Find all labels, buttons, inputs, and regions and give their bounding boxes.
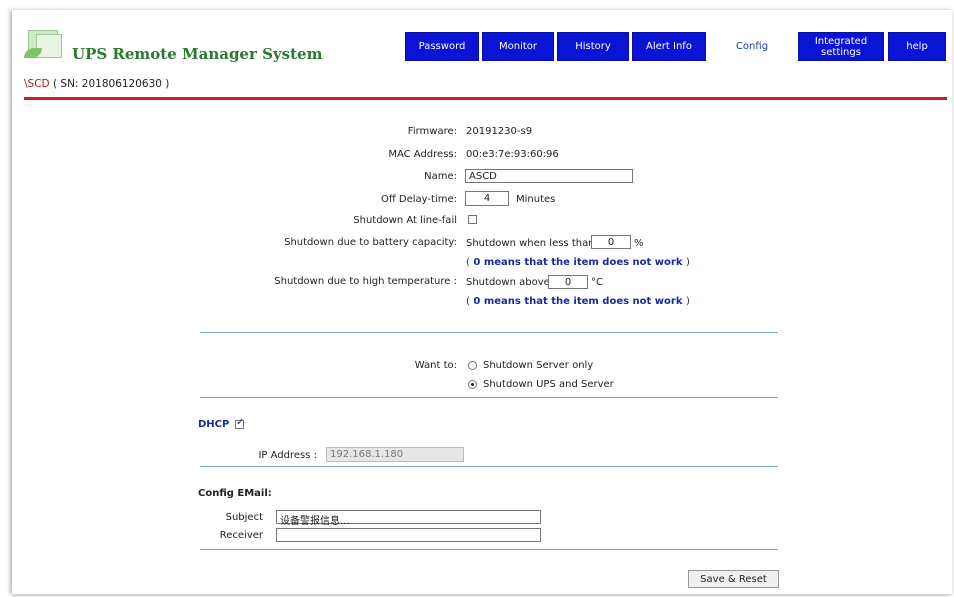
want-to-label: Want to: bbox=[414, 360, 457, 371]
app-title: UPS Remote Manager System bbox=[72, 45, 323, 63]
nav-help[interactable]: help bbox=[888, 32, 946, 61]
firmware-label: Firmware: bbox=[407, 126, 457, 137]
shutdown-server-only-label: Shutdown Server only bbox=[483, 360, 594, 371]
battery-unit: % bbox=[634, 238, 644, 249]
off-delay-input[interactable]: 4 bbox=[465, 191, 509, 206]
battery-text: Shutdown when less than bbox=[466, 238, 595, 249]
mac-label: MAC Address: bbox=[388, 149, 457, 160]
subject-input[interactable]: 设备警报信息... bbox=[276, 510, 541, 527]
ip-address-label: IP Address : bbox=[258, 450, 317, 461]
temperature-input[interactable]: 0 bbox=[548, 275, 588, 289]
device-identity: \SCD ( SN: 201806120630 ) bbox=[24, 78, 169, 90]
temperature-note-text: 0 means that the item does not work bbox=[473, 296, 683, 307]
temperature-note-close: ) bbox=[685, 296, 690, 307]
device-serial: ( SN: 201806120630 ) bbox=[52, 78, 170, 90]
config-email-title: Config EMail: bbox=[198, 488, 272, 499]
nav-integrated-line2: settings bbox=[821, 46, 861, 58]
temperature-note: ( 0 means that the item does not work ) bbox=[466, 296, 690, 307]
firmware-value: 20191230-s9 bbox=[466, 126, 533, 137]
battery-note-close: ) bbox=[685, 257, 690, 268]
line-fail-label: Shutdown At line-fail bbox=[353, 215, 457, 226]
receiver-input[interactable] bbox=[276, 528, 541, 542]
name-input[interactable]: ASCD bbox=[465, 169, 633, 183]
battery-label: Shutdown due to battery capacity: bbox=[284, 237, 457, 248]
subject-label: Subject bbox=[225, 512, 263, 523]
section-divider bbox=[200, 332, 778, 333]
nav-integrated-settings[interactable]: Integrated settings bbox=[798, 32, 884, 61]
nav-password[interactable]: Password bbox=[405, 32, 479, 61]
off-delay-label: Off Delay-time: bbox=[380, 194, 457, 205]
battery-note-text: 0 means that the item does not work bbox=[473, 257, 683, 268]
section-divider bbox=[200, 397, 778, 398]
shutdown-ups-and-server-label: Shutdown UPS and Server bbox=[483, 379, 614, 390]
radio-shutdown-server-only[interactable] bbox=[468, 361, 477, 370]
temperature-label: Shutdown due to high temperature : bbox=[274, 276, 457, 287]
nav-monitor[interactable]: Monitor bbox=[482, 32, 554, 61]
nav-integrated-line1: Integrated bbox=[814, 35, 868, 47]
battery-note: ( 0 means that the item does not work ) bbox=[466, 257, 690, 268]
name-label: Name: bbox=[424, 171, 457, 182]
off-delay-unit: Minutes bbox=[516, 194, 556, 205]
device-unit: \SCD bbox=[24, 78, 50, 90]
dhcp-checkbox[interactable] bbox=[235, 417, 244, 429]
save-reset-button[interactable]: Save & Reset bbox=[688, 570, 779, 588]
section-divider bbox=[200, 466, 778, 467]
mac-value: 00:e3:7e:93:60:96 bbox=[466, 149, 559, 160]
battery-input[interactable]: 0 bbox=[591, 235, 631, 249]
temperature-text: Shutdown above bbox=[466, 277, 550, 288]
dhcp-label: DHCP bbox=[198, 419, 230, 430]
nav-history[interactable]: History bbox=[557, 32, 629, 61]
receiver-label: Receiver bbox=[219, 530, 263, 541]
ups-logo-icon bbox=[24, 30, 66, 60]
temperature-note-open: ( bbox=[466, 296, 470, 307]
ip-address-input[interactable]: 192.168.1.180 bbox=[326, 447, 464, 462]
radio-shutdown-ups-and-server[interactable] bbox=[468, 380, 477, 389]
temperature-unit: °C bbox=[591, 277, 603, 288]
line-fail-checkbox[interactable] bbox=[468, 215, 477, 224]
nav-config[interactable]: Config bbox=[712, 32, 792, 61]
nav-alert-info[interactable]: Alert Info bbox=[632, 32, 706, 61]
section-divider bbox=[200, 549, 778, 550]
battery-note-open: ( bbox=[466, 257, 470, 268]
header-divider bbox=[24, 97, 947, 100]
